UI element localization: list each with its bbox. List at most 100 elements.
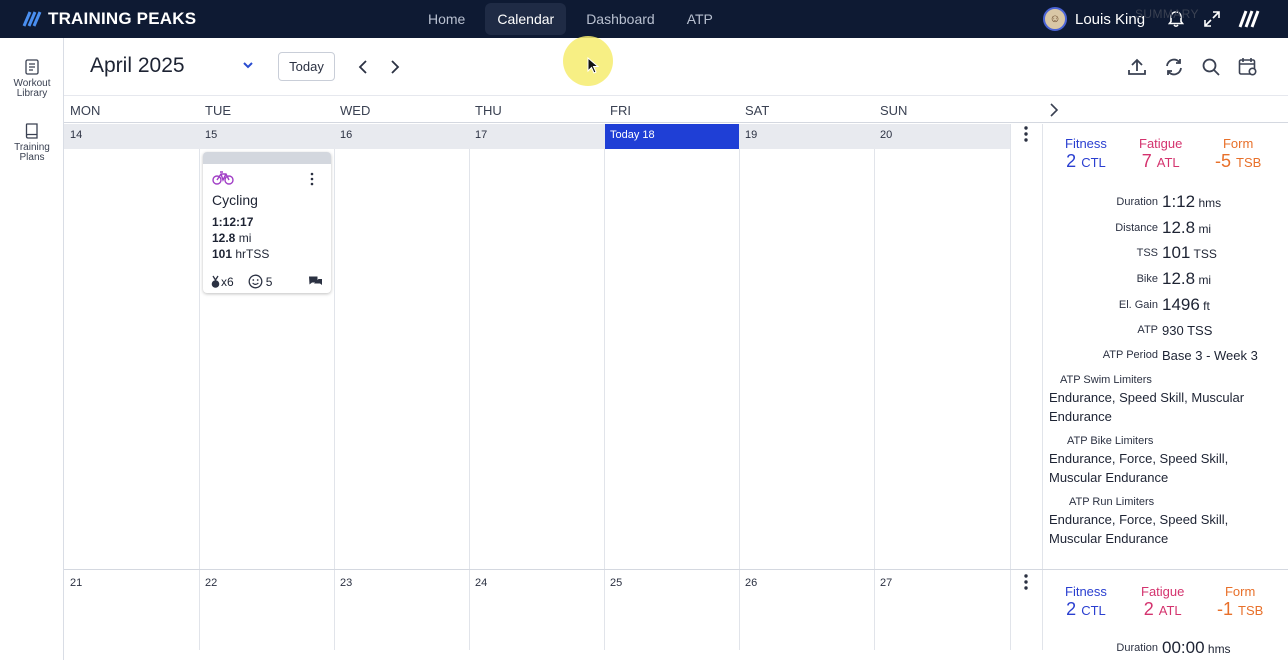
- expand-icon[interactable]: [1202, 9, 1222, 29]
- nav-tab-atp[interactable]: ATP: [675, 3, 725, 35]
- form-metric: Form -5 TSB: [1215, 136, 1261, 173]
- day-number[interactable]: 16: [340, 129, 352, 141]
- day-number[interactable]: 20: [880, 129, 892, 141]
- summary-label: Duration: [1116, 196, 1158, 208]
- summary-value: Base 3 - Week 3: [1162, 348, 1258, 363]
- avatar: ☺: [1043, 7, 1067, 31]
- fatigue-unit: ATL: [1158, 603, 1182, 618]
- today-date-cell[interactable]: Today 18: [605, 124, 739, 149]
- user-menu[interactable]: ☺ Louis King: [1043, 7, 1145, 31]
- trainingpeaks-logo-icon: [22, 11, 42, 27]
- previous-arrow-icon[interactable]: [356, 59, 370, 75]
- form-unit: TSB: [1236, 155, 1262, 170]
- week-options-kebab-icon[interactable]: [1020, 573, 1032, 591]
- month-title: April 2025: [90, 54, 185, 77]
- day-number[interactable]: 26: [745, 577, 757, 589]
- fitness-value: 2 CTL: [1065, 151, 1107, 173]
- chevron-down-icon[interactable]: [241, 58, 255, 72]
- upload-icon[interactable]: [1126, 56, 1148, 78]
- bike-limiters-label: ATP Bike Limiters: [1067, 435, 1154, 447]
- chevron-right-icon[interactable]: [1048, 102, 1060, 118]
- fatigue-label: Fatigue: [1141, 584, 1185, 599]
- mouse-cursor-icon: [587, 57, 599, 74]
- day-number[interactable]: 14: [70, 129, 82, 141]
- summary-unit: hms: [1207, 642, 1231, 656]
- bike-limiters-value: Endurance, Force, Speed Skill, Muscular …: [1049, 451, 1229, 485]
- main-nav-tabs: Home Calendar Dashboard ATP: [416, 3, 733, 35]
- fitness-number: 2: [1066, 599, 1077, 619]
- day-name-wed: WED: [340, 103, 371, 118]
- feel-value: 5: [265, 274, 273, 289]
- form-metric: Form -1 TSB: [1217, 584, 1263, 621]
- today-button[interactable]: Today: [278, 52, 335, 81]
- day-number[interactable]: 17: [475, 129, 487, 141]
- workout-distance-unit: mi: [238, 231, 252, 245]
- nav-tab-home[interactable]: Home: [416, 3, 477, 35]
- medal-icon: [211, 275, 220, 288]
- column-divider: [874, 124, 875, 650]
- fatigue-metric: Fatigue 2 ATL: [1141, 584, 1184, 621]
- form-label: Form: [1222, 136, 1254, 151]
- sidebar-item-workout-library[interactable]: Workout Library: [0, 58, 64, 99]
- column-divider: [739, 124, 740, 650]
- week-options-kebab-icon[interactable]: [1020, 125, 1032, 143]
- fitness-number: 2: [1066, 151, 1077, 171]
- brand-name: TRAINING PEAKS: [48, 9, 197, 28]
- summary-label: Distance: [1115, 222, 1158, 234]
- sidebar-item-label: Plans: [19, 152, 45, 163]
- workout-distance-value: 12.8: [212, 231, 236, 245]
- day-name-sun: SUN: [880, 103, 908, 118]
- summary-label: ATP Period: [1102, 349, 1158, 361]
- nav-tab-calendar[interactable]: Calendar: [485, 3, 567, 35]
- summary-value: 1:12 hms: [1162, 192, 1221, 212]
- workout-options-kebab-icon[interactable]: [309, 172, 315, 186]
- comments-icon[interactable]: [308, 275, 323, 288]
- search-icon[interactable]: [1200, 56, 1222, 78]
- day-number[interactable]: 15: [205, 129, 217, 141]
- day-number[interactable]: 25: [610, 577, 622, 589]
- workout-card[interactable]: Cycling 1:12:17 12.8 mi 101 hrTSS x6 5: [203, 152, 331, 293]
- trainingpeaks-app-icon[interactable]: [1237, 9, 1261, 29]
- fitness-unit: CTL: [1081, 603, 1106, 618]
- fatigue-metric: Fatigue 7 ATL: [1139, 136, 1182, 173]
- workout-duration: 1:12:17: [212, 215, 254, 229]
- summary-divider: [1042, 124, 1043, 650]
- form-value: -5 TSB: [1215, 151, 1261, 173]
- summary-label: El. Gain: [1118, 299, 1158, 311]
- sidebar-item-training-plans[interactable]: Training Plans: [0, 122, 64, 163]
- calendar-settings-icon[interactable]: [1237, 56, 1259, 78]
- day-number[interactable]: 21: [70, 577, 82, 589]
- bike-icon: [212, 171, 234, 185]
- fitness-metric: Fitness 2 CTL: [1065, 584, 1107, 621]
- column-divider: [469, 124, 470, 650]
- calendar-header-row: MON TUE WED THU FRI SAT SUN: [64, 95, 1288, 123]
- form-unit: TSB: [1238, 603, 1264, 618]
- day-name-fri: FRI: [610, 103, 631, 118]
- summary-unit: hms: [1198, 196, 1222, 210]
- summary-unit: TSS: [1193, 247, 1217, 261]
- fatigue-value: 7 ATL: [1139, 151, 1182, 173]
- fitness-metric: Fitness 2 CTL: [1065, 136, 1107, 173]
- summary-value: 101 TSS: [1162, 243, 1217, 263]
- column-divider: [604, 124, 605, 650]
- day-number[interactable]: 22: [205, 577, 217, 589]
- swim-limiters-label: ATP Swim Limiters: [1060, 374, 1152, 386]
- smiley-feel-icon: [248, 274, 263, 289]
- next-arrow-icon[interactable]: [388, 59, 402, 75]
- summary-number: 00:00: [1162, 638, 1205, 657]
- refresh-icon[interactable]: [1163, 56, 1185, 78]
- column-divider: [334, 124, 335, 650]
- day-number[interactable]: 23: [340, 577, 352, 589]
- day-number[interactable]: 27: [880, 577, 892, 589]
- nav-tab-dashboard[interactable]: Dashboard: [574, 3, 667, 35]
- day-number[interactable]: 24: [475, 577, 487, 589]
- run-limiters-label: ATP Run Limiters: [1069, 496, 1155, 508]
- day-number[interactable]: 19: [745, 129, 757, 141]
- summary-number: 12.8: [1162, 269, 1196, 288]
- form-label: Form: [1224, 584, 1256, 599]
- day-name-tue: TUE: [205, 103, 231, 118]
- summary-number: 1:12: [1162, 192, 1196, 211]
- trainingpeaks-logo[interactable]: TRAINING PEAKS: [22, 9, 196, 29]
- summary-value: 00:00 hms: [1162, 638, 1231, 658]
- fatigue-number: 2: [1143, 599, 1154, 619]
